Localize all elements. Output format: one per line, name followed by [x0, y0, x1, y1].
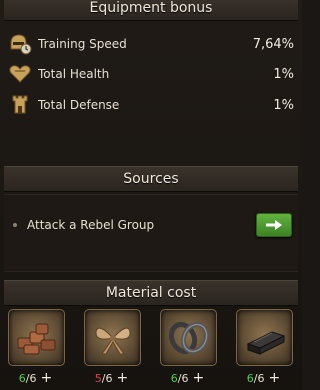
material-count: 6/6 + — [8, 371, 63, 385]
plus-icon[interactable]: + — [40, 371, 52, 385]
material-need: /6 — [25, 371, 37, 385]
stat-label: Total Defense — [38, 98, 120, 112]
material-slot[interactable]: 6/6 + — [236, 309, 293, 385]
equipment-bonus-title: Equipment bonus — [89, 0, 213, 16]
material-have: 6 — [170, 371, 178, 385]
training-speed-icon — [8, 33, 32, 55]
stat-value: 1% — [273, 66, 294, 82]
material-slot[interactable]: 6/6 + — [160, 309, 217, 385]
arrow-right-icon — [266, 220, 282, 230]
stat-row-total-defense: Total Defense 1% — [8, 92, 294, 118]
material-list: 6/6 + 5/6 + 6/6 + 6 /6 + — [4, 305, 298, 390]
plus-icon[interactable]: + — [116, 371, 128, 385]
bullet-icon — [13, 223, 17, 227]
material-have: 6 — [246, 371, 254, 385]
stat-value: 7,64% — [252, 36, 294, 52]
material-count: 5/6 + — [84, 371, 139, 385]
equipment-bonus-header: Equipment bonus — [4, 0, 298, 21]
plus-icon[interactable]: + — [268, 371, 280, 385]
material-count: 6/6 + — [160, 371, 215, 385]
health-heart-icon — [8, 63, 32, 85]
stat-label: Training Speed — [38, 37, 127, 51]
source-label: Attack a Rebel Group — [27, 218, 155, 232]
plus-icon[interactable]: + — [192, 371, 204, 385]
material-need: /6 — [177, 371, 189, 385]
material-cost-header: Material cost — [4, 280, 298, 306]
material-need: /6 — [101, 371, 113, 385]
ebony-bar-icon — [236, 309, 293, 366]
material-count: 6/6 + — [236, 371, 291, 385]
material-need: /6 — [253, 371, 265, 385]
material-slot[interactable]: 5/6 + — [84, 309, 141, 385]
material-have: 6 — [18, 371, 26, 385]
sources-header: Sources — [4, 166, 298, 192]
stat-label: Total Health — [38, 67, 110, 81]
material-cost-title: Material cost — [105, 285, 197, 301]
source-item: Attack a Rebel Group — [8, 210, 292, 240]
leather-pile-icon — [8, 309, 65, 366]
stat-row-total-health: Total Health 1% — [8, 61, 294, 87]
defense-tower-icon — [8, 94, 32, 116]
sources-title: Sources — [123, 171, 179, 187]
go-to-source-button[interactable] — [256, 213, 292, 237]
material-have: 5 — [94, 371, 102, 385]
iron-rings-icon — [160, 309, 217, 366]
silk-ribbon-icon — [84, 309, 141, 366]
stat-value: 1% — [273, 97, 294, 113]
stat-row-training-speed: Training Speed 7,64% — [8, 31, 294, 57]
material-slot[interactable]: 6/6 + — [8, 309, 65, 385]
